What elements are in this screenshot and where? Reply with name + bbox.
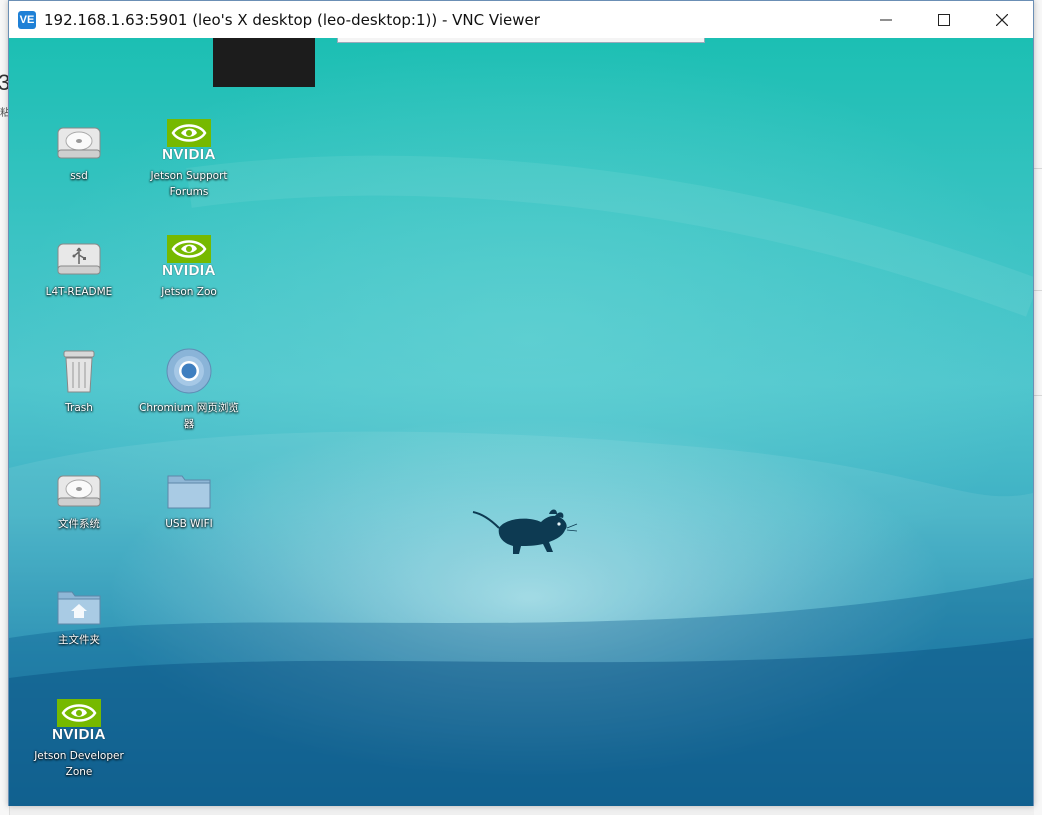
desktop-icon-label: Chromium 网页浏览器	[139, 402, 239, 430]
chromium-icon	[166, 348, 212, 394]
nvidia-brand-text: NVIDIA	[52, 726, 106, 743]
top-panel-edge	[337, 38, 705, 43]
vnc-viewer-app-icon[interactable]: VE	[18, 11, 36, 29]
desktop-icon-label: Trash	[65, 402, 93, 414]
background-app-right-edge	[1034, 0, 1042, 815]
desktop-icon-home-folder[interactable]: 主文件夹	[24, 574, 134, 648]
remote-desktop[interactable]: ssd L4T-README Trash 文件系统 主文件夹 NVIDIA Je…	[9, 38, 1033, 806]
nvidia-brand-text: NVIDIA	[162, 262, 216, 279]
folder-icon	[167, 475, 211, 509]
vnc-viewer-window: VE 192.168.1.63:5901 (leo's X desktop (l…	[8, 0, 1034, 806]
window-title: 192.168.1.63:5901 (leo's X desktop (leo-…	[44, 11, 540, 29]
desktop-icon-chromium[interactable]: Chromium 网页浏览器	[134, 342, 244, 432]
minimize-button[interactable]	[857, 1, 915, 38]
window-titlebar[interactable]: VE 192.168.1.63:5901 (leo's X desktop (l…	[9, 1, 1033, 38]
maximize-button[interactable]	[915, 1, 973, 38]
desktop-icon-label: Jetson Support Forums	[150, 170, 228, 198]
trash-icon	[63, 350, 95, 393]
desktop-icon-filesystem[interactable]: 文件系统	[24, 458, 134, 532]
home-folder-icon	[57, 591, 101, 625]
desktop-icon-jetson-developer-zone[interactable]: NVIDIA Jetson Developer Zone	[24, 690, 134, 780]
desktop-icon-label: Jetson Zoo	[161, 286, 217, 298]
close-icon	[996, 13, 1008, 26]
nvidia-logo-icon	[167, 235, 211, 263]
desktop-icon-l4t-readme[interactable]: L4T-README	[24, 226, 134, 300]
drive-icon	[57, 475, 101, 507]
desktop-icon-ssd[interactable]: ssd	[24, 110, 134, 184]
usb-drive-icon	[57, 243, 101, 275]
desktop-icon-jetson-zoo[interactable]: NVIDIA Jetson Zoo	[134, 226, 244, 300]
desktop-icon-jetson-support-forums[interactable]: NVIDIA Jetson Support Forums	[134, 110, 244, 200]
desktop-icon-label: USB WIFI	[165, 518, 213, 530]
desktop-icon-trash[interactable]: Trash	[24, 342, 134, 416]
window-thumbnail	[213, 38, 315, 87]
desktop-icon-label: 主文件夹	[58, 634, 100, 646]
nvidia-brand-text: NVIDIA	[162, 146, 216, 163]
drive-icon	[57, 127, 101, 159]
nvidia-logo-icon	[167, 119, 211, 147]
desktop-icon-label: Jetson Developer Zone	[34, 750, 124, 778]
desktop-icon-label: L4T-README	[45, 286, 113, 298]
desktop-icon-usb-wifi[interactable]: USB WIFI	[134, 458, 244, 532]
desktop-icon-label: ssd	[70, 170, 88, 182]
xfce-mouse-icon	[472, 509, 578, 554]
maximize-icon	[938, 13, 950, 26]
close-button[interactable]	[973, 1, 1031, 38]
minimize-icon	[880, 19, 892, 20]
desktop-icon-label: 文件系统	[58, 518, 100, 530]
nvidia-logo-icon	[57, 699, 101, 727]
